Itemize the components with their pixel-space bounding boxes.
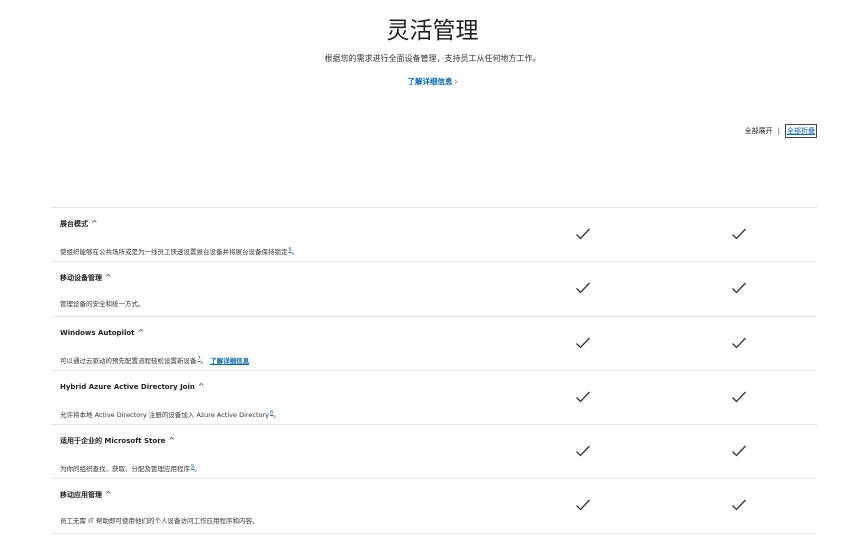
feature-description-text: 管理设备的安全和统一方式。 [60, 300, 145, 309]
learn-more-inline-link[interactable]: 了解详细信息 [210, 357, 249, 365]
check-icon [731, 227, 747, 241]
feature-title-button[interactable]: 移动应用管理 ^ [60, 489, 112, 501]
page-subtitle: 根据您的需求进行全面设备管理，支持员工从任何地方工作。 [324, 54, 541, 63]
feature-description: 使组织能够在公共场所或是为一线员工快速设置展台设备并将展台设备保持锁定6。 [60, 245, 298, 257]
learn-more-label: 了解详细信息 [407, 77, 453, 86]
expand-collapse-controls: 全部展开 | 全部折叠 [745, 124, 817, 138]
check-icon [731, 444, 747, 458]
check-icon [575, 336, 591, 350]
check-icon [575, 444, 591, 458]
feature-row-mdm: 移动设备管理 ^ 管理设备的安全和统一方式。 [51, 262, 817, 317]
feature-title-button[interactable]: 移动设备管理 ^ [60, 272, 112, 284]
chevron-up-icon: ^ [105, 273, 112, 283]
feature-description: 允许将本地 Active Directory 注册的设备加入 Azure Act… [60, 408, 280, 420]
check-icon [575, 281, 591, 295]
feature-title-button[interactable]: Hybrid Azure Active Directory Join ^ [60, 381, 205, 393]
page-title: 灵活管理 [386, 18, 479, 44]
check-icon [731, 498, 747, 512]
hero-section: 灵活管理 根据您的需求进行全面设备管理，支持员工从任何地方工作。 了解详细信息 › [0, 14, 865, 88]
feature-title-button[interactable]: Windows Autopilot ^ [60, 327, 144, 339]
feature-description-text: 员工无需 IT 帮助即可使用他们的个人设备访问工作应用程序和内容。 [60, 517, 259, 526]
feature-row-microsoft-store: 适用于企业的 Microsoft Store ^ 为你的组织查找、获取、分配及管理… [51, 425, 817, 480]
chevron-up-icon: ^ [137, 327, 145, 337]
feature-row-autopilot: Windows Autopilot ^ 可以通过云驱动的预先配置流程轻松设置新设备… [51, 317, 817, 371]
feature-row-kiosk-mode: 展台模式 ^ 使组织能够在公共场所或是为一线员工快速设置展台设备并将展台设备保持锁… [51, 208, 817, 263]
feature-title-button[interactable]: 展台模式 ^ [60, 218, 98, 230]
feature-title: 移动设备管理 [60, 274, 102, 283]
feature-description-text: 为你的组织查找、获取、分配及管理应用程序 [60, 465, 190, 474]
description-suffix: 。 [273, 411, 280, 420]
feature-description: 可以通过云驱动的预先配置流程轻松设置新设备7。 了解详细信息 [60, 354, 249, 366]
chevron-up-icon: ^ [91, 219, 98, 228]
chevron-up-icon: ^ [105, 490, 112, 500]
check-icon [731, 390, 747, 404]
feature-description: 为你的组织查找、获取、分配及管理应用程序9。 [60, 462, 201, 474]
feature-title-button[interactable]: 适用于企业的 Microsoft Store ^ [60, 435, 175, 447]
feature-title: 移动应用管理 [60, 491, 102, 500]
feature-description: 员工无需 IT 帮助即可使用他们的个人设备访问工作应用程序和内容。 [60, 516, 259, 526]
chevron-right-icon: › [454, 77, 458, 86]
feature-description-text: 可以通过云驱动的预先配置流程轻松设置新设备 [60, 356, 197, 365]
feature-description-text: 允许将本地 Active Directory 注册的设备加入 Azure Act… [60, 411, 270, 420]
feature-row-mam: 移动应用管理 ^ 员工无需 IT 帮助即可使用他们的个人设备访问工作应用程序和内容… [51, 479, 817, 534]
feature-title: Hybrid Azure Active Directory Join [60, 382, 195, 391]
check-icon [575, 227, 591, 241]
feature-description-text: 使组织能够在公共场所或是为一线员工快速设置展台设备并将展台设备保持锁定 [60, 248, 288, 257]
feature-description: 管理设备的安全和统一方式。 [60, 299, 145, 309]
feature-title: 展台模式 [60, 220, 88, 228]
learn-more-link[interactable]: 了解详细信息 › [408, 76, 458, 88]
feature-row-hybrid-azure-ad: Hybrid Azure Active Directory Join ^ 允许将本… [51, 371, 817, 426]
feature-title: 适用于企业的 Microsoft Store [60, 437, 166, 446]
chevron-up-icon: ^ [168, 436, 176, 446]
check-icon [575, 498, 591, 512]
expand-all-button[interactable]: 全部展开 [745, 125, 773, 137]
description-suffix: 。 [200, 356, 208, 365]
description-suffix: 。 [194, 465, 201, 474]
controls-separator: | [777, 127, 780, 135]
collapse-all-button[interactable]: 全部折叠 [785, 124, 817, 138]
chevron-up-icon: ^ [197, 381, 205, 391]
check-icon [731, 281, 747, 295]
feature-title: Windows Autopilot [60, 328, 135, 337]
feature-comparison-table: 展台模式 ^ 使组织能够在公共场所或是为一线员工快速设置展台设备并将展台设备保持锁… [51, 207, 817, 534]
check-icon [731, 336, 747, 350]
check-icon [575, 390, 591, 404]
description-suffix: 。 [291, 248, 299, 257]
